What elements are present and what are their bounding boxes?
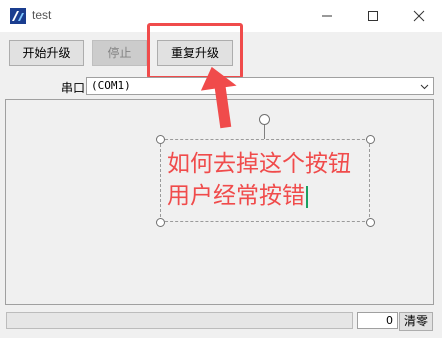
window-title: test [32,8,52,22]
text-caret [306,185,308,208]
annotation-line-1: 如何去掉这个按钮 [167,151,351,177]
clear-button[interactable]: 清零 [399,312,433,331]
start-upgrade-button[interactable]: 开始升级 [9,40,84,66]
rotate-handle-line [264,124,265,139]
maximize-icon [368,11,378,21]
resize-handle-tr [366,135,375,144]
stop-button[interactable]: 停止 [92,40,147,66]
rotate-handle [259,114,270,125]
port-label: 串口 [61,81,86,95]
close-button[interactable] [396,0,442,32]
resize-handle-bl [156,218,165,227]
resize-handle-tl [156,135,165,144]
annotation-line-2: 用户经常按错 [167,183,305,209]
maximize-button[interactable] [350,0,396,32]
annotation-text: 如何去掉这个按钮 用户经常按错 [167,148,367,212]
count-field: 0 [357,312,398,329]
minimize-icon [322,15,332,17]
port-selected-value: (COM1) [91,79,131,92]
chevron-down-icon [420,84,429,90]
port-select[interactable]: (COM1) [86,77,434,95]
minimize-button[interactable] [304,0,350,32]
app-icon [10,8,26,24]
progress-bar [6,312,353,329]
resize-handle-br [366,218,375,227]
close-icon [413,10,425,22]
annotation-arrow-icon [200,66,237,129]
